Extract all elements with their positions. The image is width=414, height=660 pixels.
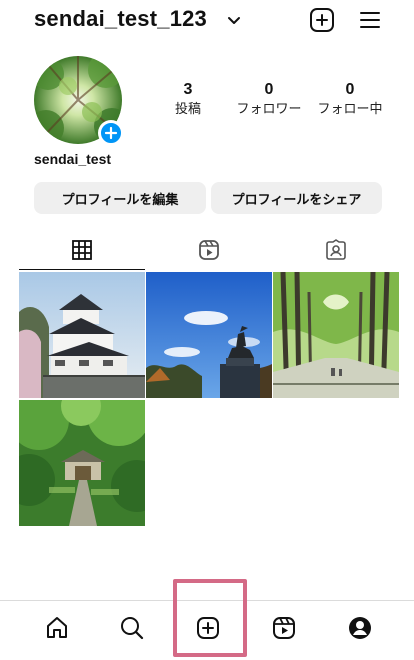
- posts-count: 3 投稿: [148, 80, 228, 118]
- tab-tagged[interactable]: [273, 230, 399, 270]
- following-count-label: フォロー中: [317, 101, 383, 116]
- following-count[interactable]: 0 フォロー中: [310, 80, 390, 118]
- profile-tabs: [19, 230, 399, 270]
- post-thumbnail-statue[interactable]: [146, 272, 272, 398]
- avatar[interactable]: [34, 56, 124, 146]
- following-count-value: 0: [345, 81, 355, 98]
- post-thumbnail-castle[interactable]: [19, 272, 145, 398]
- plus-square-icon[interactable]: [308, 6, 336, 34]
- tab-reels[interactable]: [146, 230, 272, 270]
- hamburger-menu-icon[interactable]: [356, 6, 384, 34]
- followers-count[interactable]: 0 フォロワー: [229, 80, 309, 118]
- bottom-navigation: [0, 600, 414, 660]
- add-story-icon[interactable]: [98, 120, 124, 146]
- home-icon[interactable]: [40, 611, 74, 645]
- post-thumbnail-temple[interactable]: [19, 400, 145, 526]
- search-icon[interactable]: [115, 611, 149, 645]
- share-profile-button[interactable]: プロフィールをシェア: [211, 182, 382, 214]
- reels-icon[interactable]: [267, 611, 301, 645]
- posts-count-label: 投稿: [174, 101, 201, 116]
- profile-icon[interactable]: [343, 611, 377, 645]
- reels-icon: [199, 240, 219, 260]
- create-post-icon[interactable]: [191, 611, 225, 645]
- grid-icon: [72, 239, 92, 260]
- profile-name: sendai_test: [34, 151, 112, 167]
- chevron-down-icon[interactable]: [226, 12, 242, 28]
- followers-count-label: フォロワー: [236, 101, 302, 116]
- post-thumbnail-avenue[interactable]: [273, 272, 399, 398]
- followers-count-value: 0: [264, 81, 274, 98]
- edit-profile-button[interactable]: プロフィールを編集: [34, 182, 206, 214]
- tagged-icon: [326, 239, 346, 260]
- username-title[interactable]: sendai_test_123: [34, 6, 207, 32]
- posts-count-value: 3: [183, 81, 193, 98]
- tab-grid[interactable]: [19, 230, 145, 270]
- profile-header: sendai_test_123: [0, 0, 414, 44]
